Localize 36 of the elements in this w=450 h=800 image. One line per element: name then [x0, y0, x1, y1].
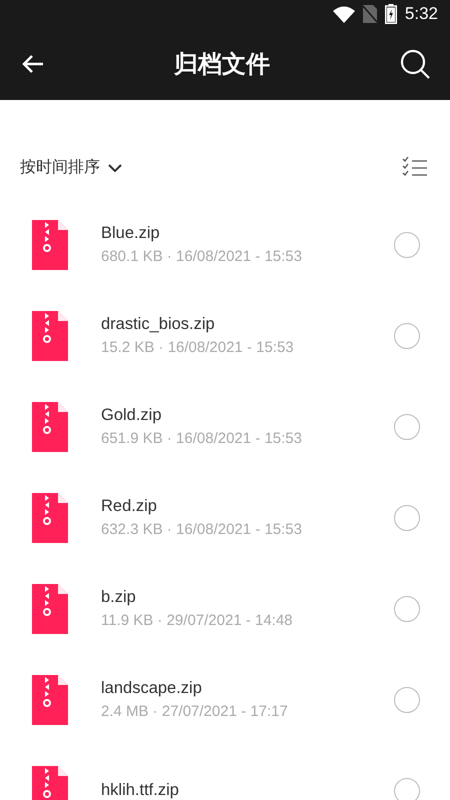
file-name: drastic_bios.zip	[101, 315, 216, 334]
file-details: 680.1 KB · 16/08/2021 - 15:53	[101, 248, 303, 265]
zip-file-icon	[32, 310, 68, 360]
file-details: 2.4 MB · 27/07/2021 - 17:17	[101, 703, 289, 720]
select-radio[interactable]	[394, 596, 420, 622]
checklist-icon[interactable]	[402, 156, 428, 178]
wifi-icon	[332, 6, 355, 22]
screen-title: 归档文件	[174, 49, 270, 80]
file-name: Gold.zip	[101, 406, 163, 425]
back-arrow-icon[interactable]	[22, 55, 44, 73]
zip-file-icon	[32, 674, 68, 724]
file-name: landscape.zip	[101, 679, 203, 698]
file-details: 632.3 KB · 16/08/2021 - 15:53	[101, 521, 303, 538]
search-icon[interactable]	[400, 49, 430, 79]
no-sim-icon	[362, 5, 377, 23]
file-name: b.zip	[101, 588, 137, 607]
zip-file-icon	[32, 402, 68, 452]
select-radio[interactable]	[394, 504, 420, 530]
zip-file-icon	[32, 584, 68, 634]
sort-dropdown[interactable]: 按时间排序	[20, 157, 122, 178]
file-details: 15.2 KB · 16/08/2021 - 15:53	[101, 339, 295, 356]
select-radio[interactable]	[394, 232, 420, 258]
chevron-down-icon	[108, 164, 122, 172]
select-radio[interactable]	[394, 778, 420, 800]
file-details: 11.9 KB · 29/07/2021 - 14:48	[101, 612, 294, 629]
file-name: hklih.ttf.zip	[101, 781, 180, 800]
zip-file-icon	[32, 220, 68, 270]
zip-file-icon	[32, 492, 68, 542]
select-radio[interactable]	[394, 414, 420, 440]
clock: 5:32	[404, 4, 438, 24]
select-radio[interactable]	[394, 322, 420, 348]
file-name: Red.zip	[101, 497, 158, 516]
select-radio[interactable]	[394, 686, 420, 712]
battery-charging-icon	[384, 4, 397, 24]
file-details: 651.9 KB · 16/08/2021 - 15:53	[101, 430, 303, 447]
file-name: Blue.zip	[101, 224, 161, 243]
